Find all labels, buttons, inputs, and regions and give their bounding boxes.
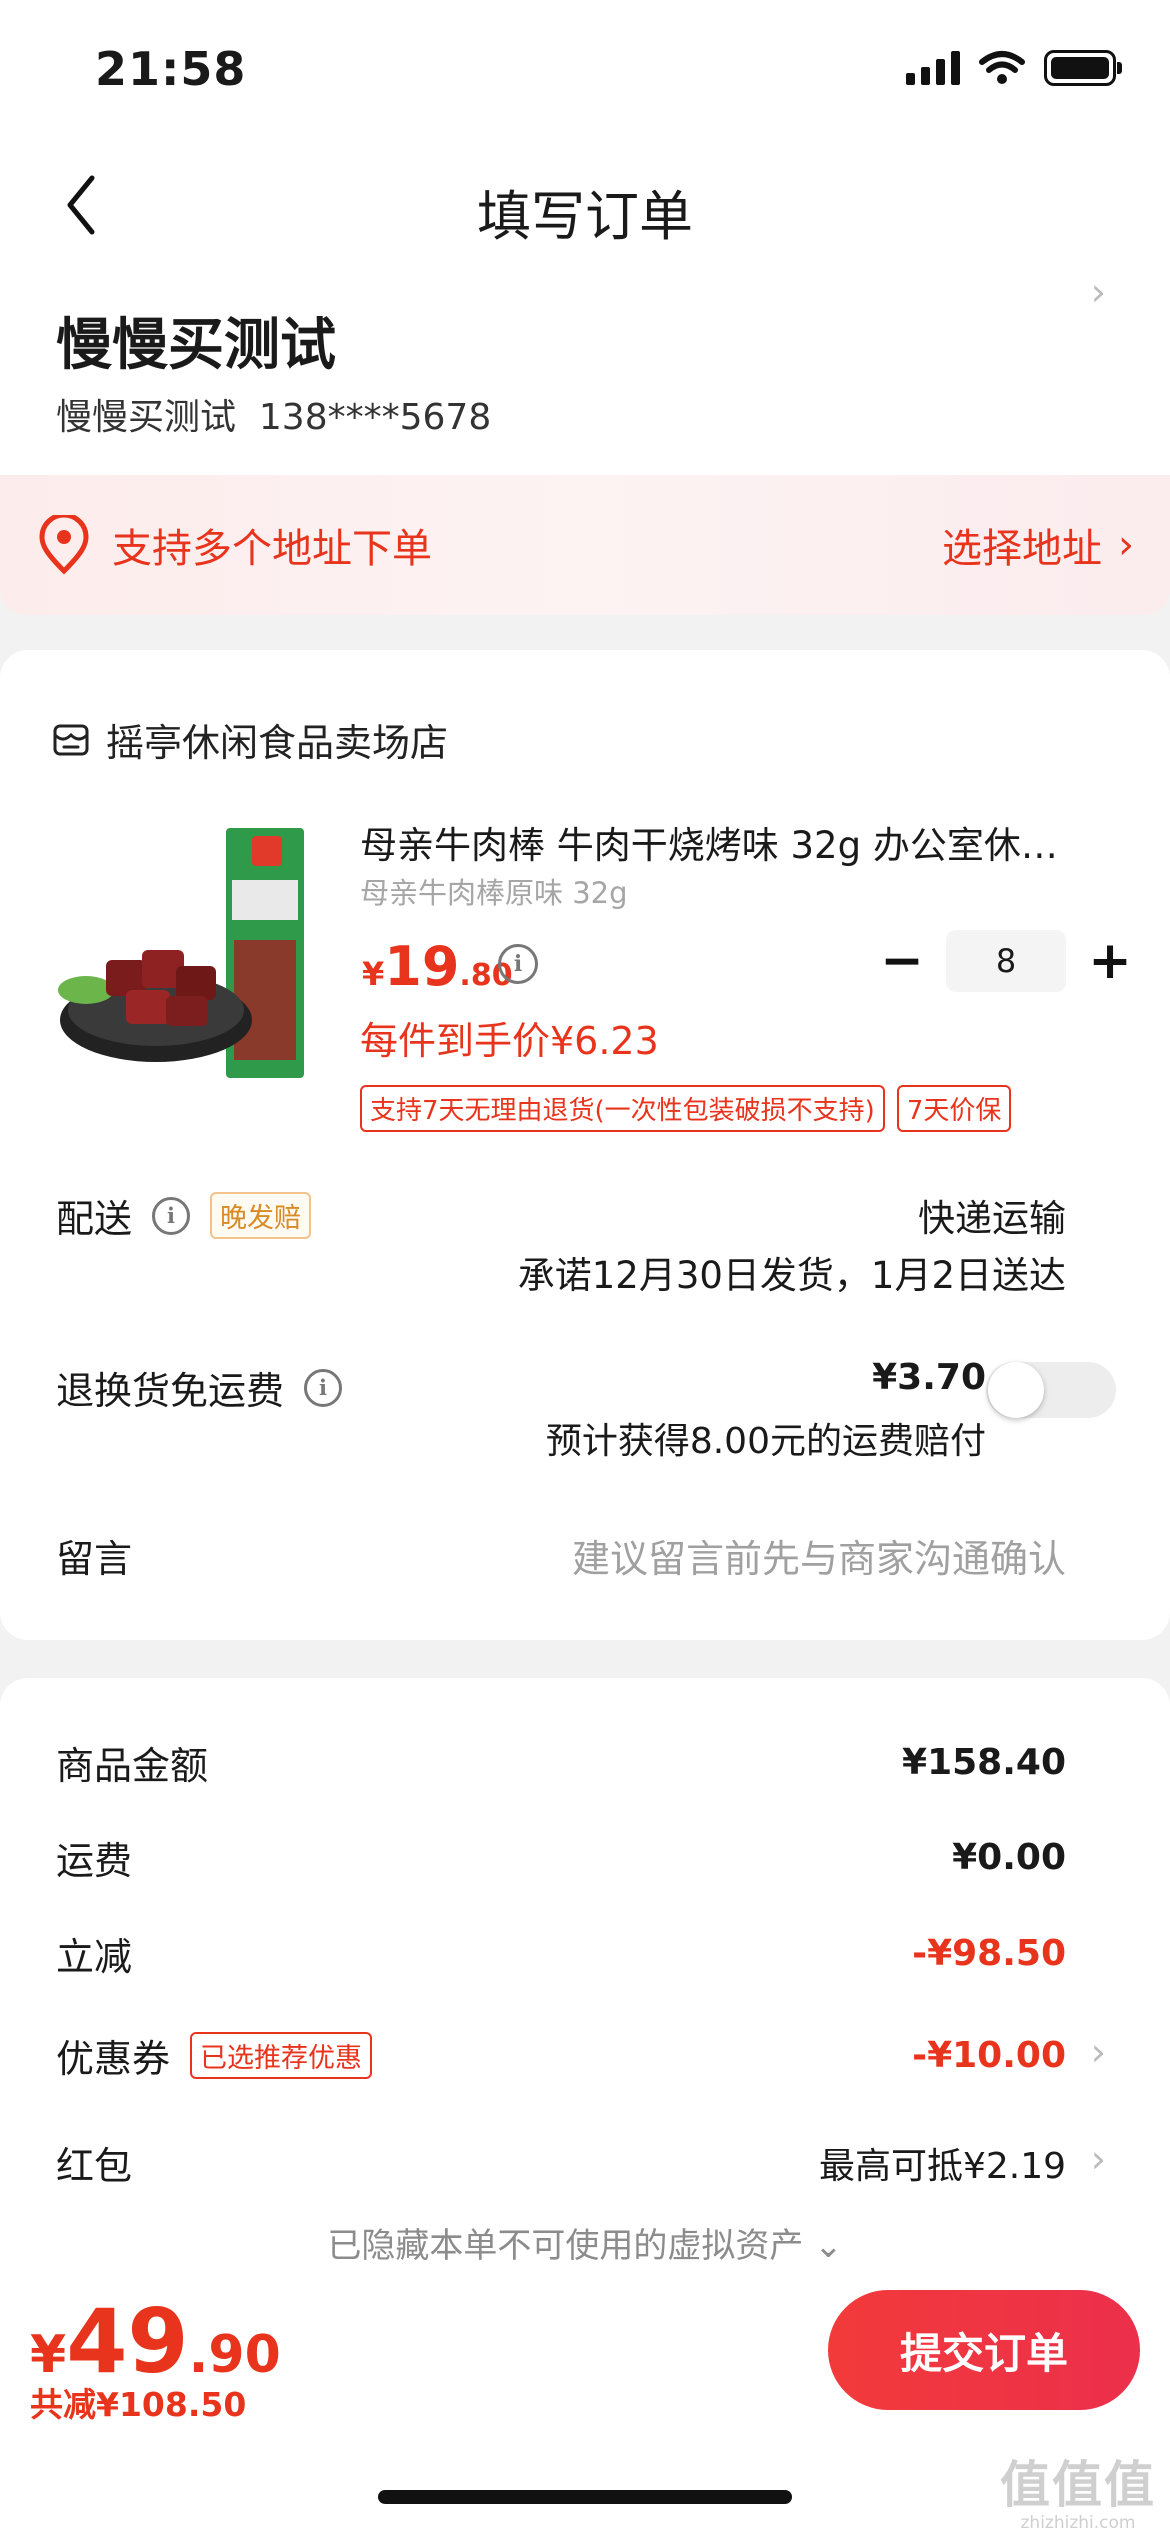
signal-icon bbox=[906, 51, 960, 85]
red-packet-value: 最高可抵¥2.19 bbox=[818, 2145, 1066, 2187]
coupon-value: -¥10.00 bbox=[912, 2035, 1066, 2076]
return-policy-tag: 支持7天无理由退货(一次性包装破损不支持) bbox=[360, 1085, 885, 1132]
product-title[interactable]: 母亲牛肉棒 牛肉干烧烤味 32g 办公室休… bbox=[360, 815, 1100, 869]
order-item-card bbox=[0, 650, 1170, 1640]
chevron-right-icon: › bbox=[1118, 522, 1134, 568]
contact-name: 慢慢买测试 bbox=[56, 397, 237, 438]
total-saved: 共减¥108.50 bbox=[30, 2385, 247, 2424]
toggle-knob bbox=[988, 1362, 1044, 1418]
submit-order-button[interactable]: 提交订单 bbox=[828, 2290, 1140, 2410]
shipping-fee-label: 运费 bbox=[56, 1839, 133, 1883]
return-shipping-price: ¥3.70 bbox=[872, 1357, 986, 1398]
battery-icon bbox=[1044, 50, 1122, 86]
instant-discount-label: 立减 bbox=[56, 1935, 133, 1979]
store-name: 摇亭休闲食品卖场店 bbox=[106, 721, 449, 765]
quantity-plus-button[interactable]: + bbox=[1080, 931, 1140, 991]
chevron-right-icon[interactable]: › bbox=[1091, 2137, 1106, 2181]
coupon-row[interactable]: 优惠券 已选推荐优惠 -¥10.00 bbox=[56, 2028, 1066, 2083]
goods-amount-label: 商品金额 bbox=[56, 1744, 209, 1788]
multi-address-banner[interactable]: 支持多个地址下单 选择地址 › bbox=[0, 475, 1170, 615]
return-shipping-note: 预计获得8.00元的运费赔付 bbox=[545, 1421, 986, 1462]
return-shipping-label: 退换货免运费 bbox=[56, 1369, 285, 1413]
multi-address-text: 支持多个地址下单 bbox=[112, 526, 432, 572]
goods-amount-row: 商品金额 ¥158.40 bbox=[56, 1735, 1066, 1790]
instant-discount-row: 立减 -¥98.50 bbox=[56, 1926, 1066, 1981]
shipping-fee-row: 运费 ¥0.00 bbox=[56, 1830, 1066, 1885]
message-input[interactable]: 建议留言前先与商家沟通确认 bbox=[572, 1528, 1066, 1583]
quantity-input[interactable]: 8 bbox=[946, 930, 1066, 992]
service-tags: 支持7天无理由退货(一次性包装破损不支持) 7天价保 bbox=[360, 1085, 1012, 1132]
chevron-right-icon[interactable]: › bbox=[1091, 270, 1106, 314]
return-shipping-info-icon[interactable]: i bbox=[304, 1368, 343, 1407]
coupon-recommended-tag: 已选推荐优惠 bbox=[190, 2032, 373, 2079]
unit-price: 每件到手价¥6.23 bbox=[360, 1019, 659, 1063]
chevron-down-icon: ⌄ bbox=[814, 2226, 843, 2266]
message-label: 留言 bbox=[56, 1537, 133, 1581]
delivery-method: 快递运输 bbox=[918, 1197, 1066, 1240]
status-time: 21:58 bbox=[95, 42, 247, 96]
instant-discount-value: -¥98.50 bbox=[912, 1933, 1066, 1974]
choose-address-link[interactable]: 选择地址 › bbox=[942, 516, 1134, 574]
contact-phone: 138****5678 bbox=[258, 397, 492, 438]
price-protect-tag: 7天价保 bbox=[896, 1085, 1012, 1132]
return-shipping-toggle[interactable] bbox=[986, 1362, 1116, 1418]
watermark: 值值值 zhizhizhi.com bbox=[1000, 2456, 1156, 2532]
hidden-assets-toggle[interactable]: 已隐藏本单不可使用的虚拟资产 ⌄ bbox=[0, 2218, 1170, 2267]
status-icons bbox=[906, 50, 1122, 86]
quantity-stepper: − 8 + bbox=[872, 930, 1140, 992]
delivery-label: 配送 bbox=[56, 1197, 133, 1241]
product-spec[interactable]: 母亲牛肉棒原味 32g bbox=[360, 870, 628, 912]
wifi-icon bbox=[979, 51, 1025, 84]
location-pin-icon bbox=[39, 515, 89, 575]
delivery-promise: 承诺12月30日发货，1月2日送达 bbox=[517, 1254, 1066, 1297]
delivery-info-icon[interactable]: i bbox=[152, 1196, 191, 1235]
choose-address-label: 选择地址 bbox=[942, 526, 1102, 572]
return-shipping-row-label: 退换货免运费 i bbox=[56, 1360, 343, 1415]
hidden-assets-text: 已隐藏本单不可使用的虚拟资产 bbox=[327, 2226, 804, 2266]
page-title: 填写订单 bbox=[477, 185, 693, 248]
store-header[interactable]: 摇亭休闲食品卖场店 bbox=[52, 712, 448, 767]
coupon-label: 优惠券 bbox=[56, 2037, 171, 2081]
product-image[interactable] bbox=[56, 820, 306, 1100]
recipient-contact[interactable]: 慢慢买测试 138****5678 bbox=[56, 388, 491, 440]
delivery-row-label: 配送 i 晚发赔 bbox=[56, 1188, 312, 1243]
red-packet-label: 红包 bbox=[56, 2144, 133, 2188]
red-packet-row[interactable]: 红包 最高可抵¥2.19 bbox=[56, 2135, 1066, 2190]
home-indicator bbox=[378, 2490, 792, 2504]
product-price: ¥19.80 bbox=[362, 935, 513, 998]
shipping-fee-value: ¥0.00 bbox=[952, 1837, 1066, 1878]
goods-amount-value: ¥158.40 bbox=[902, 1742, 1066, 1783]
chevron-right-icon[interactable]: › bbox=[1091, 2030, 1106, 2074]
quantity-minus-button[interactable]: − bbox=[872, 931, 932, 991]
price-info-icon[interactable]: i bbox=[498, 944, 538, 984]
store-icon bbox=[53, 724, 89, 755]
late-compensation-tag: 晚发赔 bbox=[210, 1192, 312, 1239]
recipient-name[interactable]: 慢慢买测试 bbox=[56, 300, 336, 381]
